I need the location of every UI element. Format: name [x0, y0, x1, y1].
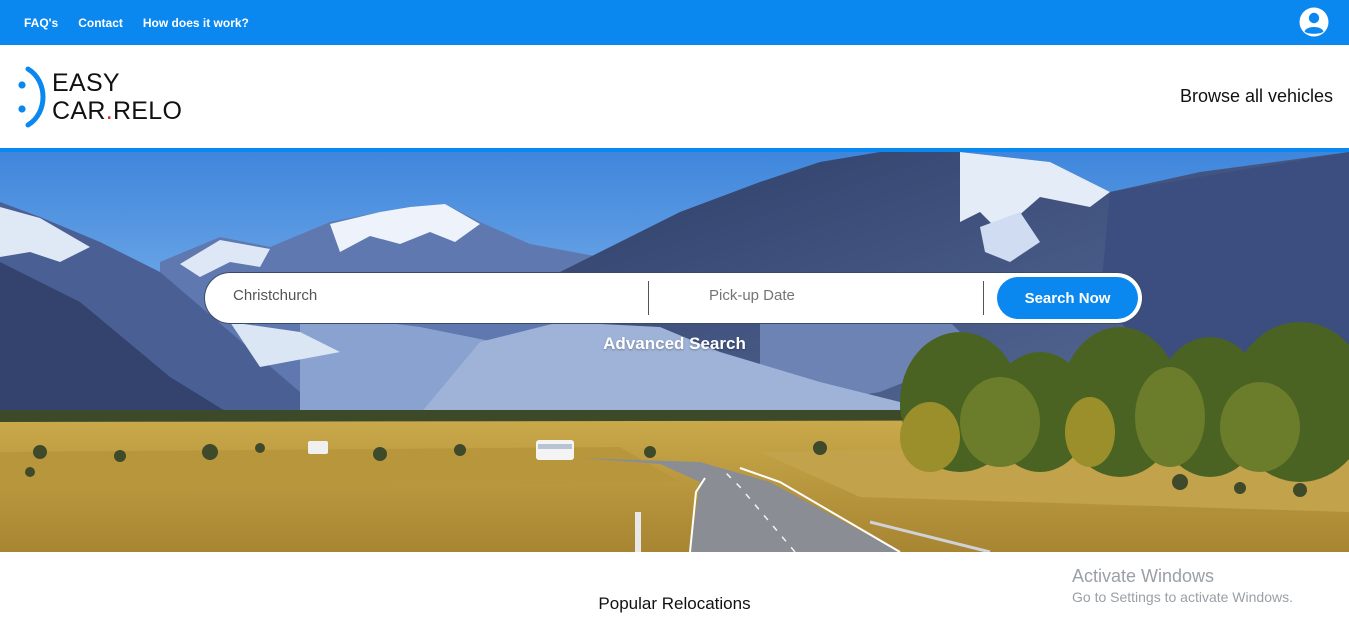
advanced-search-link[interactable]: Advanced Search: [0, 334, 1349, 354]
nav-link-contact[interactable]: Contact: [78, 16, 123, 30]
nav-link-faqs[interactable]: FAQ's: [24, 16, 58, 30]
search-bar: Search Now: [205, 273, 1142, 323]
logo-smile-icon: [18, 66, 46, 128]
logo-relo: RELO: [112, 97, 183, 125]
browse-all-vehicles-link[interactable]: Browse all vehicles: [1180, 86, 1333, 107]
logo-wordmark: EASY CAR.RELO: [52, 69, 182, 125]
user-circle-icon[interactable]: [1299, 7, 1329, 37]
logo-dot: .: [105, 97, 113, 125]
watermark-subtitle: Go to Settings to activate Windows.: [1072, 589, 1293, 605]
logo-car: CAR: [52, 97, 106, 125]
site-header: EASY CAR.RELO Browse all vehicles: [0, 45, 1349, 148]
location-input[interactable]: [233, 287, 633, 304]
top-navigation-bar: FAQ's Contact How does it work?: [0, 0, 1349, 45]
easy-car-relo-logo[interactable]: EASY CAR.RELO: [16, 65, 186, 131]
logo-line-car-relo: CAR.RELO: [52, 97, 182, 125]
top-nav-links: FAQ's Contact How does it work?: [24, 16, 269, 30]
search-divider-left: [648, 281, 649, 315]
nav-link-how-it-works[interactable]: How does it work?: [143, 16, 249, 30]
search-now-button[interactable]: Search Now: [997, 277, 1138, 319]
logo-line-easy: EASY: [52, 69, 120, 97]
pickup-date-input[interactable]: [709, 287, 969, 304]
activate-windows-watermark: Activate Windows Go to Settings to activ…: [1072, 566, 1293, 605]
search-divider-right: [983, 281, 984, 315]
watermark-title: Activate Windows: [1072, 566, 1215, 586]
hero-banner: Search Now Advanced Search: [0, 152, 1349, 552]
